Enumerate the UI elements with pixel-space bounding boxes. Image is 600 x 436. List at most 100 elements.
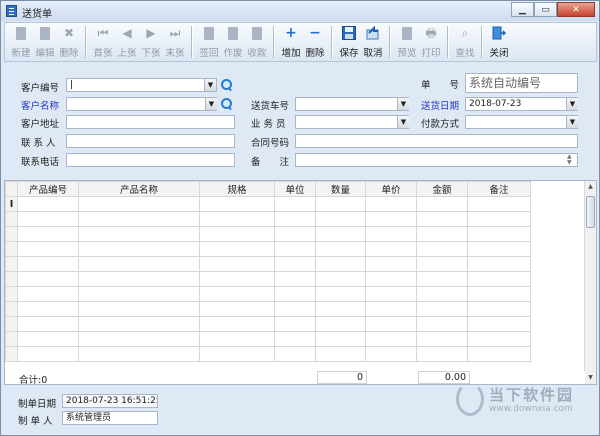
row-header[interactable] <box>5 241 18 257</box>
grid-cell[interactable] <box>365 211 417 227</box>
grid-cell[interactable] <box>199 256 275 272</box>
grid-cell[interactable] <box>416 301 468 317</box>
grid-cell[interactable] <box>416 196 468 212</box>
remark-spin-icon[interactable]: ▲ ▼ <box>567 154 572 166</box>
grid-cell[interactable] <box>365 316 417 332</box>
scroll-thumb[interactable] <box>586 196 595 228</box>
chevron-down-icon[interactable]: ▼ <box>397 116 409 128</box>
grid-cell[interactable] <box>416 286 468 302</box>
grid-cell[interactable] <box>365 331 417 347</box>
cancel-button[interactable]: 取消 <box>361 23 385 59</box>
grid-cell[interactable] <box>274 241 316 257</box>
prev-button[interactable]: ◀ 上张 <box>115 23 139 59</box>
grid-cell[interactable] <box>199 196 275 212</box>
grid-cell[interactable] <box>416 346 468 362</box>
edit-button[interactable]: 编辑 <box>33 23 57 59</box>
grid-cell[interactable] <box>315 211 366 227</box>
sign-back-button[interactable]: 签回 <box>197 23 221 59</box>
line-items-grid[interactable]: 产品编号 产品名称 规格 单位 数量 单价 金额 备注 I ▲ ▼ 合计:0 0… <box>4 180 597 385</box>
grid-cell[interactable] <box>199 286 275 302</box>
new-button[interactable]: 新建 <box>9 23 33 59</box>
row-header[interactable]: I <box>5 196 18 212</box>
grid-cell[interactable] <box>274 256 316 272</box>
grid-cell[interactable] <box>416 211 468 227</box>
grid-cell[interactable] <box>78 286 200 302</box>
row-header[interactable] <box>5 316 18 332</box>
grid-cell[interactable] <box>315 301 366 317</box>
first-button[interactable]: ⏮ 首张 <box>91 23 115 59</box>
col-header[interactable]: 单价 <box>365 181 417 197</box>
col-header[interactable]: 金额 <box>416 181 468 197</box>
add-row-button[interactable]: + 增加 <box>279 23 303 59</box>
grid-cell[interactable] <box>365 256 417 272</box>
save-button[interactable]: 保存 <box>337 23 361 59</box>
grid-cell[interactable] <box>467 316 531 332</box>
grid-cell[interactable] <box>315 271 366 287</box>
table-row[interactable]: I <box>5 196 531 212</box>
grid-cell[interactable] <box>199 301 275 317</box>
grid-cell[interactable] <box>78 211 200 227</box>
grid-cell[interactable] <box>315 316 366 332</box>
grid-cell[interactable] <box>17 316 79 332</box>
col-header[interactable]: 数量 <box>315 181 366 197</box>
grid-cell[interactable] <box>17 226 79 242</box>
payment-method-combo[interactable] <box>465 115 578 129</box>
grid-cell[interactable] <box>315 346 366 362</box>
contract-no-field[interactable] <box>295 134 578 148</box>
table-row[interactable] <box>5 256 531 272</box>
grid-cell[interactable] <box>365 226 417 242</box>
preview-button[interactable]: 预览 <box>395 23 419 59</box>
row-header[interactable] <box>5 331 18 347</box>
grid-cell[interactable] <box>78 301 200 317</box>
grid-cell[interactable] <box>199 346 275 362</box>
table-row[interactable] <box>5 286 531 302</box>
col-header[interactable]: 备注 <box>467 181 531 197</box>
table-row[interactable] <box>5 346 531 362</box>
grid-cell[interactable] <box>274 331 316 347</box>
grid-cell[interactable] <box>315 226 366 242</box>
grid-cell[interactable] <box>315 286 366 302</box>
grid-cell[interactable] <box>78 346 200 362</box>
table-row[interactable] <box>5 226 531 242</box>
minimize-button[interactable]: ▁ <box>511 2 534 17</box>
grid-cell[interactable] <box>315 256 366 272</box>
grid-cell[interactable] <box>274 286 316 302</box>
grid-cell[interactable] <box>416 256 468 272</box>
grid-cell[interactable] <box>17 271 79 287</box>
chevron-down-icon[interactable]: ▼ <box>566 98 578 110</box>
grid-cell[interactable] <box>467 346 531 362</box>
grid-cell[interactable] <box>17 301 79 317</box>
grid-cell[interactable] <box>17 256 79 272</box>
grid-cell[interactable] <box>315 331 366 347</box>
grid-cell[interactable] <box>416 316 468 332</box>
grid-cell[interactable] <box>365 241 417 257</box>
grid-cell[interactable] <box>467 241 531 257</box>
chevron-down-icon[interactable]: ▼ <box>566 116 578 128</box>
last-button[interactable]: ⏭ 末张 <box>163 23 187 59</box>
col-header[interactable]: 产品编号 <box>17 181 79 197</box>
customer-code-combo[interactable]: | ▼ <box>66 78 217 92</box>
delete-record-button[interactable]: ✖ 删除 <box>57 23 81 59</box>
grid-cell[interactable] <box>467 331 531 347</box>
close-window-button[interactable]: ✕ <box>557 2 595 17</box>
print-button[interactable]: 🖶 打印 <box>419 23 443 59</box>
grid-cell[interactable] <box>274 196 316 212</box>
grid-cell[interactable] <box>467 196 531 212</box>
grid-cell[interactable] <box>17 211 79 227</box>
customer-name-combo[interactable] <box>66 97 217 111</box>
grid-cell[interactable] <box>78 316 200 332</box>
customer-name-search-icon[interactable] <box>221 98 233 110</box>
remark-field[interactable] <box>295 153 578 167</box>
col-header[interactable]: 规格 <box>199 181 275 197</box>
grid-cell[interactable] <box>365 346 417 362</box>
row-header[interactable] <box>5 286 18 302</box>
exit-button[interactable]: 关闭 <box>487 23 511 59</box>
table-row[interactable] <box>5 271 531 287</box>
grid-cell[interactable] <box>78 331 200 347</box>
grid-cell[interactable] <box>199 331 275 347</box>
chevron-down-icon[interactable]: ▼ <box>204 79 216 91</box>
row-header[interactable] <box>5 301 18 317</box>
grid-cell[interactable] <box>199 271 275 287</box>
grid-cell[interactable] <box>467 301 531 317</box>
collect-button[interactable]: 收款 <box>245 23 269 59</box>
